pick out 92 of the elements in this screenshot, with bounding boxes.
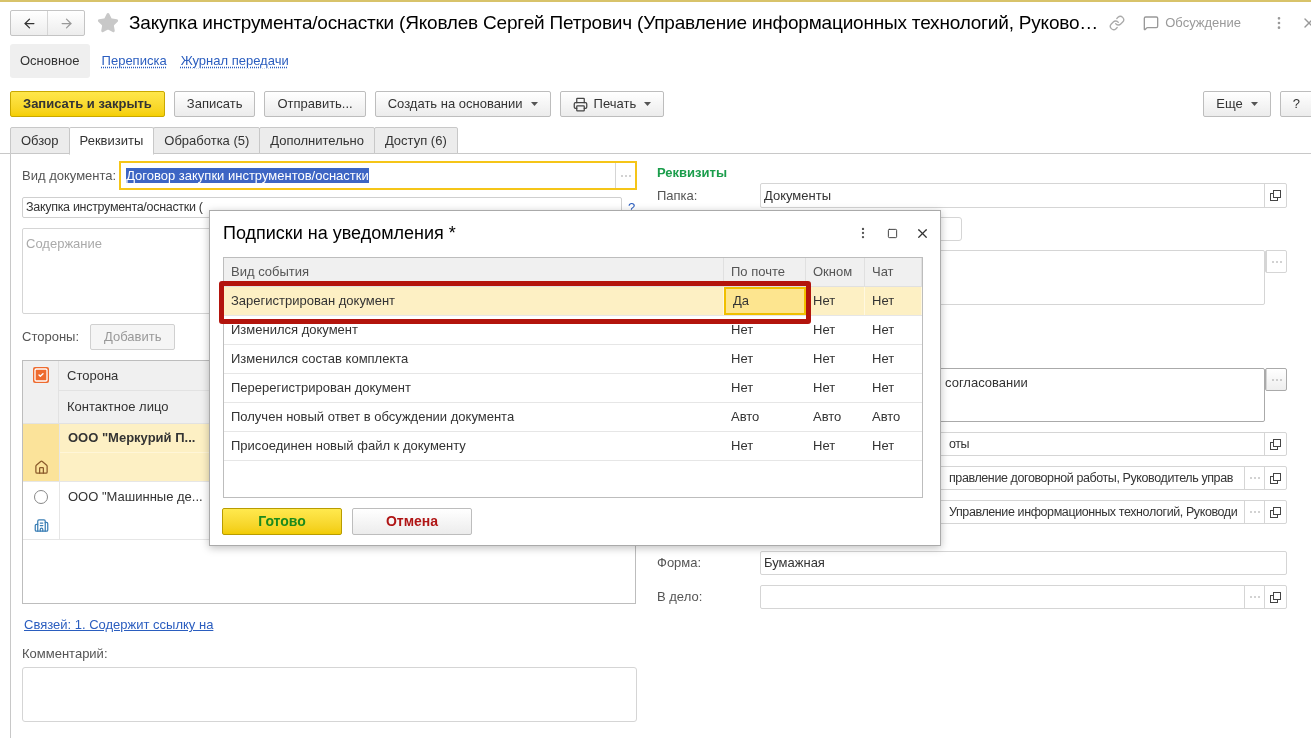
toolbar-button[interactable]: Отправить... — [264, 91, 366, 117]
person-value: Управление информационных технологий, Руководи — [949, 505, 1238, 520]
person-value: правление договорной работы, Руководитель управ — [949, 471, 1233, 486]
content-placeholder: Содержание — [26, 236, 102, 251]
doc-type-field[interactable]: Договор закупки инструментов/оснастки — [119, 161, 637, 190]
ellipsis-icon — [1271, 378, 1282, 381]
table-cell-text: Нет — [812, 437, 837, 456]
caret-icon — [1250, 102, 1258, 106]
caret-icon — [530, 102, 538, 106]
open-icon — [1270, 438, 1281, 450]
house-icon — [33, 459, 49, 475]
approval-text: согласовании — [945, 375, 1028, 390]
table-cell-text: Нет — [812, 321, 837, 340]
folder-label: Папка: — [657, 186, 699, 205]
table-cell-text: Авто — [730, 408, 761, 427]
table-cell-text: Нет — [730, 321, 755, 340]
table-cell-text: Нет — [812, 379, 837, 398]
table-cell-text: Нет — [871, 350, 896, 369]
comment-field[interactable] — [22, 667, 637, 722]
nav-link[interactable]: Журнал передачи — [178, 51, 291, 71]
person-value: оты — [949, 437, 970, 452]
links-link[interactable]: Связей: 1. Содержит ссылку на — [24, 617, 214, 632]
comment-label: Комментарий: — [22, 644, 109, 663]
table-cell-text: Нет — [730, 379, 755, 398]
window-title: Закупка инструмента/оснастки (Яковлев Сергей Петрович (Управление информационных технологий, Руково… — [129, 10, 1099, 35]
table-cell-text: Нет — [871, 321, 896, 340]
toolbar-button[interactable]: ? — [1279, 91, 1311, 117]
table-cell-text: Изменился состав комплекта — [230, 350, 410, 369]
forward-icon — [58, 15, 74, 31]
save-close-button[interactable]: Записать и закрыть — [10, 91, 165, 117]
toolbar-button[interactable]: Записать — [173, 91, 256, 117]
parties-label: Стороны: — [22, 328, 80, 347]
table-cell-text: Присоединен новый файл к документу — [230, 437, 467, 456]
folder-field[interactable]: Документы — [760, 183, 1287, 208]
file-label: В дело: — [657, 588, 704, 607]
column-header: Сторона — [67, 366, 119, 385]
section-heading: Реквизиты — [657, 164, 728, 180]
doc-type-value: Договор закупки инструментов/оснастки — [126, 167, 369, 183]
tab[interactable]: Доступ (6) — [373, 127, 458, 154]
tab[interactable]: Обзор — [10, 127, 70, 154]
column-header: Контактное лицо — [67, 397, 169, 416]
party-name: ООО "Машинные де... — [68, 487, 203, 506]
form-field[interactable]: Бумажная — [760, 551, 1287, 575]
column-header: По почте — [724, 258, 806, 286]
nav-link[interactable]: Переписка — [99, 51, 169, 71]
form-label: Форма: — [657, 554, 703, 573]
nav-link[interactable]: Основное — [10, 44, 90, 78]
table-cell-text: Нет — [871, 437, 896, 456]
doc-type-label: Вид документа: — [22, 166, 117, 185]
caret-icon — [644, 102, 652, 106]
table-cell-text: Нет — [730, 437, 755, 456]
file-field[interactable] — [760, 585, 1287, 609]
open-icon — [1270, 591, 1281, 603]
dialog-title: Подписки на уведомления * — [223, 221, 456, 245]
tab[interactable]: Реквизиты — [68, 127, 155, 155]
back-icon — [21, 15, 37, 31]
print-button[interactable]: Печать — [559, 91, 665, 117]
table-cell-text: Нет — [730, 350, 755, 369]
open-icon — [1270, 506, 1281, 518]
table-cell: Нет — [865, 287, 922, 315]
checkbox-header-icon[interactable] — [32, 367, 49, 383]
column-header: Окном — [806, 258, 865, 286]
table-cell-text: Нет — [871, 379, 896, 398]
radio-button[interactable] — [34, 489, 48, 504]
star-icon[interactable] — [97, 12, 119, 34]
table-cell: Нет — [806, 287, 865, 315]
table-cell: Да — [724, 287, 806, 315]
tab[interactable]: Дополнительно — [259, 127, 375, 154]
open-icon — [1270, 190, 1281, 201]
column-header: Чат — [865, 258, 922, 286]
party-name: ООО "Меркурий П... — [68, 429, 196, 448]
menu-button[interactable]: Еще — [1203, 91, 1271, 117]
discussion-icon — [1143, 15, 1160, 31]
open-icon — [1270, 472, 1281, 484]
printer-icon — [572, 96, 588, 112]
event-row[interactable]: Зарегистрирован документ Да Нет Нет — [224, 287, 922, 316]
table-cell-text: Нет — [812, 350, 837, 369]
ellipsis-icon — [1271, 260, 1282, 263]
building-icon — [33, 517, 49, 533]
column-header: Вид события — [224, 258, 724, 286]
link-icon[interactable] — [1109, 15, 1126, 31]
table-cell-text: Получен новый ответ в обсуждении документа — [230, 408, 516, 427]
cancel-button[interactable]: Отмена — [352, 508, 472, 535]
table-cell-text: Перерегистрирован документ — [230, 379, 412, 398]
folder-value: Документы — [763, 186, 832, 205]
table-cell-text: Изменился документ — [230, 321, 359, 340]
menu-button[interactable]: Создать на основании — [374, 91, 551, 117]
ellipsis-icon — [620, 174, 631, 177]
tab[interactable]: Обработка (5) — [153, 127, 261, 154]
maximize-icon[interactable] — [887, 227, 898, 239]
doc-title-value: Закупка инструмента/оснастки ( — [26, 199, 203, 217]
form-value: Бумажная — [764, 554, 825, 573]
